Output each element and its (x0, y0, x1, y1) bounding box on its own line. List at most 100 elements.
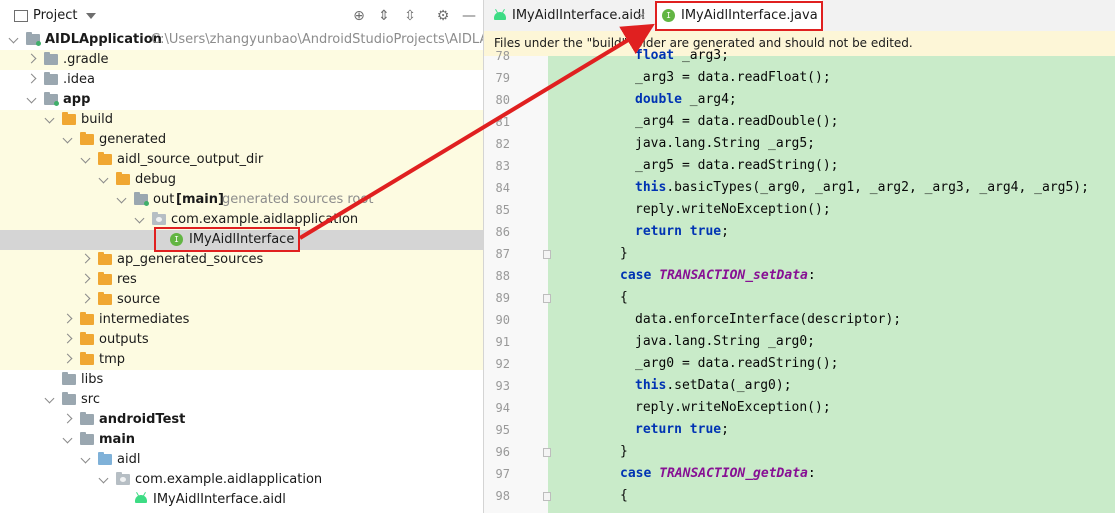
minimize-icon[interactable]: — (461, 8, 477, 24)
code-line: java.lang.String _arg5; (635, 136, 816, 151)
code-line: java.lang.String _arg0; (635, 334, 816, 349)
source-set-label: [main] (176, 192, 224, 207)
tree-item-label: build (81, 112, 113, 127)
project-panel: Project ⊕ ⇕ ⇳ ⚙ — AIDLApplication C:\Use… (0, 0, 484, 513)
orange-folder-icon (80, 332, 94, 345)
fold-marker-icon[interactable] (543, 294, 551, 303)
close-icon[interactable]: × (637, 0, 646, 31)
code-line: { (620, 488, 628, 503)
tree-item-out[interactable]: out [main] generated sources root (0, 190, 483, 210)
tree-item-label: main (99, 432, 136, 447)
folder-icon (80, 432, 94, 445)
line-number: 79 (495, 71, 510, 85)
orange-folder-icon (116, 172, 130, 185)
line-number: 98 (495, 489, 510, 503)
tree-item-label: source (117, 292, 161, 307)
tree-item-debug[interactable]: debug (0, 170, 483, 190)
tree-item-aidl-source-output-dir[interactable]: aidl_source_output_dir (0, 150, 483, 170)
code-line: data.enforceInterface(descriptor); (635, 312, 902, 327)
highlight-box-active-tab (655, 1, 823, 31)
tree-item-label: generated (99, 132, 167, 147)
line-number: 93 (495, 379, 510, 393)
tree-item-label: out (153, 192, 175, 207)
tree-item-imyaidlinterface-aidl[interactable]: IMyAidlInterface.aidl (0, 490, 483, 510)
tree-item-label: ap_generated_sources (117, 252, 264, 267)
expand-all-icon[interactable]: ⇕ (376, 8, 392, 24)
line-number: 87 (495, 247, 510, 261)
tree-item-intermediates[interactable]: intermediates (0, 310, 483, 330)
tree-item-generated[interactable]: generated (0, 130, 483, 150)
tab-imyaidlinterface-aidl[interactable]: IMyAidlInterface.aidl × (484, 0, 676, 31)
android-icon (135, 495, 147, 503)
fold-marker-icon[interactable] (543, 250, 551, 259)
code-line: case TRANSACTION_getData: (620, 466, 816, 481)
tab-label: IMyAidlInterface.aidl (512, 8, 645, 23)
tree-item-label: aidl (117, 452, 141, 467)
tree-item-app[interactable]: app (0, 90, 483, 110)
line-number: 81 (495, 115, 510, 129)
tree-item-src[interactable]: src (0, 390, 483, 410)
fold-marker-icon[interactable] (543, 448, 551, 457)
tree-item-aidlapplication[interactable]: AIDLApplication C:\Users\zhangyunbao\And… (0, 30, 483, 50)
code-line: double _arg4; (635, 92, 737, 107)
tree-item-label: debug (135, 172, 176, 187)
editor-panel: IMyAidlInterface.aidl × I IMyAidlInterfa… (484, 0, 1115, 513)
line-number: 90 (495, 313, 510, 327)
tree-item-source[interactable]: source (0, 290, 483, 310)
tree-item-main[interactable]: main (0, 430, 483, 450)
tree-item-label: com.example.aidlapplication (135, 472, 323, 487)
gear-icon[interactable]: ⚙ (435, 8, 451, 24)
tree-item-label: .idea (63, 72, 95, 87)
line-number: 83 (495, 159, 510, 173)
orange-folder-icon (98, 272, 112, 285)
code-line: _arg0 = data.readString(); (635, 356, 839, 371)
line-number: 97 (495, 467, 510, 481)
fold-marker-icon[interactable] (543, 492, 551, 501)
orange-folder-icon (98, 152, 112, 165)
tree-item-label: .gradle (63, 52, 109, 67)
code-line: this.setData(_arg0); (635, 378, 792, 393)
code-line: this.basicTypes(_arg0, _arg1, _arg2, _ar… (635, 180, 1089, 195)
project-panel-header: Project ⊕ ⇕ ⇳ ⚙ — (0, 0, 483, 32)
code-line: reply.writeNoException(); (635, 202, 831, 217)
tree-item-res[interactable]: res (0, 270, 483, 290)
code-line: } (620, 246, 628, 261)
tree-item-androidtest[interactable]: androidTest (0, 410, 483, 430)
folder-icon (44, 72, 58, 85)
line-number: 85 (495, 203, 510, 217)
line-number: 88 (495, 269, 510, 283)
generated-file-warning-banner: Files under the "build" folder are gener… (484, 31, 1115, 56)
chevron-down-icon[interactable] (86, 13, 96, 19)
tree-item-outputs[interactable]: outputs (0, 330, 483, 350)
line-number: 94 (495, 401, 510, 415)
tree-item-label: AIDLApplication (45, 32, 162, 47)
line-number: 84 (495, 181, 510, 195)
tree-item-label: tmp (99, 352, 126, 367)
collapse-all-icon[interactable]: ⇳ (402, 8, 418, 24)
project-view-icon (14, 10, 28, 22)
line-number: 89 (495, 291, 510, 305)
code-line: reply.writeNoException(); (635, 400, 831, 415)
package-icon (116, 472, 130, 485)
tree-item-build[interactable]: build (0, 110, 483, 130)
tree-item-aidl[interactable]: aidl (0, 450, 483, 470)
folder-icon (80, 412, 94, 425)
folder-icon (62, 372, 76, 385)
line-number: 82 (495, 137, 510, 151)
tree-item-gradle[interactable]: .gradle (0, 50, 483, 70)
highlight-box-tree-item (154, 227, 300, 252)
line-number: 91 (495, 335, 510, 349)
tree-item-ap-generated-sources[interactable]: ap_generated_sources (0, 250, 483, 270)
tree-item-idea[interactable]: .idea (0, 70, 483, 90)
tree-item-tmp[interactable]: tmp (0, 350, 483, 370)
line-number: 86 (495, 225, 510, 239)
aidl-folder-icon (98, 452, 112, 465)
project-panel-title[interactable]: Project (33, 8, 77, 23)
line-number: 92 (495, 357, 510, 371)
tree-item-package-main[interactable]: com.example.aidlapplication (0, 470, 483, 490)
tree-item-label: aidl_source_output_dir (117, 152, 264, 167)
locate-target-icon[interactable]: ⊕ (351, 8, 367, 24)
android-icon (494, 12, 506, 20)
code-line: _arg4 = data.readDouble(); (635, 114, 839, 129)
tree-item-libs[interactable]: libs (0, 370, 483, 390)
